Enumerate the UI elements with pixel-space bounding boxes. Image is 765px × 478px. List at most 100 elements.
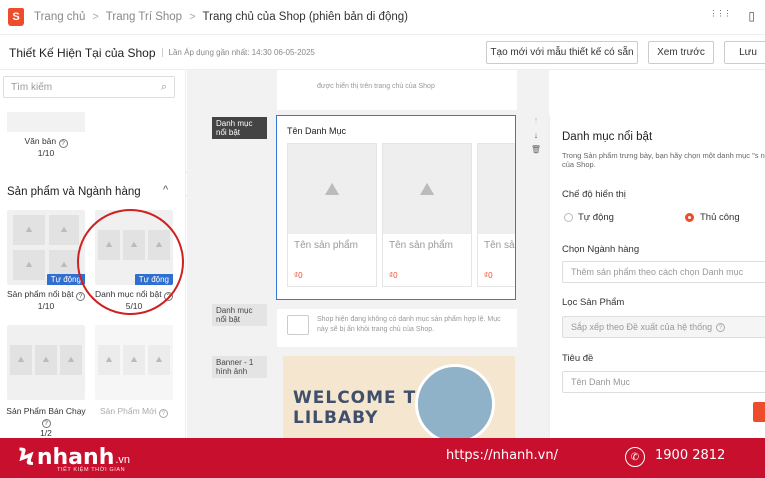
move-down-icon[interactable]: ↓ [534, 130, 539, 140]
block-tag-categories: Danh mục nổi bật [212, 304, 267, 326]
radio-manual-label[interactable]: Thủ công [700, 212, 740, 223]
panel-title: Danh mục nổi bật [562, 131, 653, 143]
best-sellers-label: Sản Phẩm Bán Chạy ? 1/2 [3, 406, 89, 438]
section-title[interactable]: Sản phẩm và Ngành hàng [7, 186, 141, 198]
help-icon[interactable]: ? [58, 139, 68, 148]
product-card[interactable]: ⛰ Tên sản phẩm ₫0 [287, 143, 377, 287]
breadcrumb-current: Trang chủ của Shop (phiên bản di động) [202, 11, 408, 23]
new-products-widget[interactable]: ⛰ ⛰ ⛰ [95, 325, 173, 400]
move-up-icon[interactable]: ↑ [534, 115, 539, 125]
page-title: Thiết Kế Hiện Tại của Shop [9, 45, 156, 60]
image-placeholder-icon: ⛰ [13, 215, 45, 245]
preview-canvas: được hiển thị trên trang chủ của Shop Da… [187, 70, 549, 438]
product-card[interactable]: ⛰ Tên sản phẩm ₫0 [382, 143, 472, 287]
delete-icon[interactable]: 🗑 [531, 145, 541, 154]
save-button[interactable]: Lưu [724, 41, 765, 64]
filter-value: Sắp xếp theo Đề xuất của hệ thống [571, 322, 713, 332]
block-note: được hiển thị trên trang chủ của Shop [317, 83, 435, 90]
banner-heading: WELCOME TO LILBABY [293, 388, 432, 428]
last-applied-time: Lần Áp dụng gần nhất: 14:30 06-05-2025 [161, 48, 315, 57]
breadcrumb-bar: S Trang chủ > Trang Trí Shop > Trang chủ… [0, 0, 765, 35]
book-icon[interactable]: ▯ [748, 9, 755, 23]
widget-name: Sản Phẩm Bán Chạy [6, 406, 86, 416]
component-sidebar: Tìm kiếm ⌕ Văn bản ? 1/10 Sản phẩm và Ng… [0, 70, 186, 438]
banner-line-2: LILBABY [293, 408, 379, 428]
image-placeholder-icon: ⛰ [35, 345, 57, 375]
preview-button[interactable]: Xem trước [648, 41, 714, 64]
phone-icon: ✆ [625, 447, 645, 467]
widget-count: 1/2 [40, 428, 52, 438]
display-mode-label: Chế độ hiển thị [562, 189, 626, 200]
chevron-up-icon[interactable]: ^ [163, 184, 168, 196]
widget-name: Sản phẩm nổi bật [6, 289, 74, 299]
text-block[interactable]: được hiển thị trên trang chủ của Shop [277, 70, 517, 110]
radio-auto-label[interactable]: Tự động [578, 212, 614, 223]
block-tag-featured-categories: Danh mục nổi bật [212, 117, 267, 139]
banner-photo [415, 364, 495, 438]
radio-auto[interactable] [564, 213, 573, 222]
heading-label: Tiêu đề [562, 353, 594, 364]
image-placeholder-icon: ⛰ [49, 215, 79, 245]
text-widget-thumbnail[interactable] [7, 112, 85, 132]
block-tag-banner: Banner - 1 hình ảnh [212, 356, 267, 378]
create-from-template-button[interactable]: Tạo mới với mẫu thiết kế có sẵn [486, 41, 638, 64]
image-placeholder-icon: ⛰ [98, 345, 120, 375]
featured-products-label: Sản phẩm nổi bật ? 1/10 [3, 289, 89, 311]
website-url[interactable]: https://nhanh.vn/ [446, 448, 558, 463]
help-icon[interactable]: ? [716, 322, 726, 332]
product-price: ₫0 [484, 271, 493, 280]
brand-tld: .vn [115, 454, 131, 466]
help-icon[interactable]: ? [41, 419, 51, 428]
text-widget-count: 1/10 [37, 148, 55, 158]
nhanh-logo-icon: Ϟ [18, 443, 35, 471]
category-name: Tên Danh Mục [287, 126, 347, 136]
search-placeholder: Tìm kiếm [11, 81, 53, 93]
product-name: Tên sản phẩm [294, 240, 358, 251]
empty-categories-block[interactable]: Shop hiện đang không có danh mục sản phẩ… [277, 309, 517, 347]
image-placeholder-icon: ⛰ [148, 345, 170, 375]
hotline-number[interactable]: 1900 2812 [655, 448, 725, 463]
product-name: Tên sản phẩm [484, 240, 515, 251]
image-placeholder-icon: ⛰ [60, 345, 82, 375]
image-placeholder-icon: ⛰ [10, 345, 32, 375]
breadcrumb-separator: > [189, 11, 196, 23]
new-products-label: Sản Phẩm Mới ? [92, 406, 176, 418]
product-price: ₫0 [389, 271, 398, 280]
widget-name: Sản Phẩm Mới [100, 406, 157, 416]
image-placeholder-icon: ⛰ [13, 250, 45, 280]
category-select[interactable]: Thêm sản phẩm theo cách chọn Danh mục [562, 261, 765, 283]
empty-note: Shop hiện đang không có danh mục sản phẩ… [317, 316, 501, 333]
search-input[interactable]: Tìm kiếm ⌕ [3, 76, 175, 98]
panel-description: Trong Sản phẩm trưng bày, bạn hãy chọn m… [562, 151, 765, 169]
product-card[interactable]: ⛰ Tên sản phẩm ₫0 [477, 143, 515, 287]
radio-manual[interactable] [685, 213, 694, 222]
filter-select[interactable]: Sắp xếp theo Đề xuất của hệ thống ? [562, 316, 765, 338]
image-placeholder-icon: ⛰ [288, 144, 376, 234]
widget-count: 1/10 [37, 301, 55, 311]
featured-categories-block[interactable]: Tên Danh Mục ⛰ Tên sản phẩm ₫0 ⛰ Tên sản… [276, 115, 516, 300]
breadcrumb-shop-decoration[interactable]: Trang Trí Shop [106, 11, 182, 23]
product-price: ₫0 [294, 271, 303, 280]
best-sellers-widget[interactable]: ⛰ ⛰ ⛰ [7, 325, 85, 400]
text-widget-name: Văn bản [24, 136, 57, 146]
block-tools: ↑ ↓ 🗑 [526, 115, 546, 154]
featured-products-widget[interactable]: ⛰ ⛰ ⛰ ⛰ Tự động [7, 210, 85, 285]
shopee-logo-icon[interactable]: S [8, 8, 24, 26]
banner-image[interactable]: WELCOME TO LILBABY [283, 356, 515, 438]
image-placeholder-icon: ⛰ [478, 144, 515, 234]
breadcrumb-home[interactable]: Trang chủ [34, 11, 85, 23]
box-icon [287, 315, 309, 335]
help-icon[interactable]: ? [158, 409, 168, 418]
heading-input[interactable]: Tên Danh Mục [562, 371, 765, 393]
text-widget-label: Văn bản ? 1/10 [7, 136, 85, 158]
confirm-button[interactable] [753, 402, 765, 422]
brand-name: nhanh [36, 444, 115, 470]
apps-grid-icon[interactable]: ⋮⋮⋮ [709, 9, 731, 23]
help-icon[interactable]: ? [76, 292, 85, 301]
banner-line-1: WELCOME TO [293, 388, 432, 408]
page-header: Thiết Kế Hiện Tại của Shop Lần Áp dụng g… [0, 36, 765, 70]
settings-panel: Danh mục nổi bật Trong Sản phẩm trưng bà… [549, 115, 765, 438]
filter-label: Lọc Sản Phẩm [562, 297, 625, 308]
footer-banner: Ϟ nhanh .vn TIẾT KIỆM THỜI GIAN https://… [0, 438, 765, 478]
search-icon[interactable]: ⌕ [161, 81, 167, 94]
